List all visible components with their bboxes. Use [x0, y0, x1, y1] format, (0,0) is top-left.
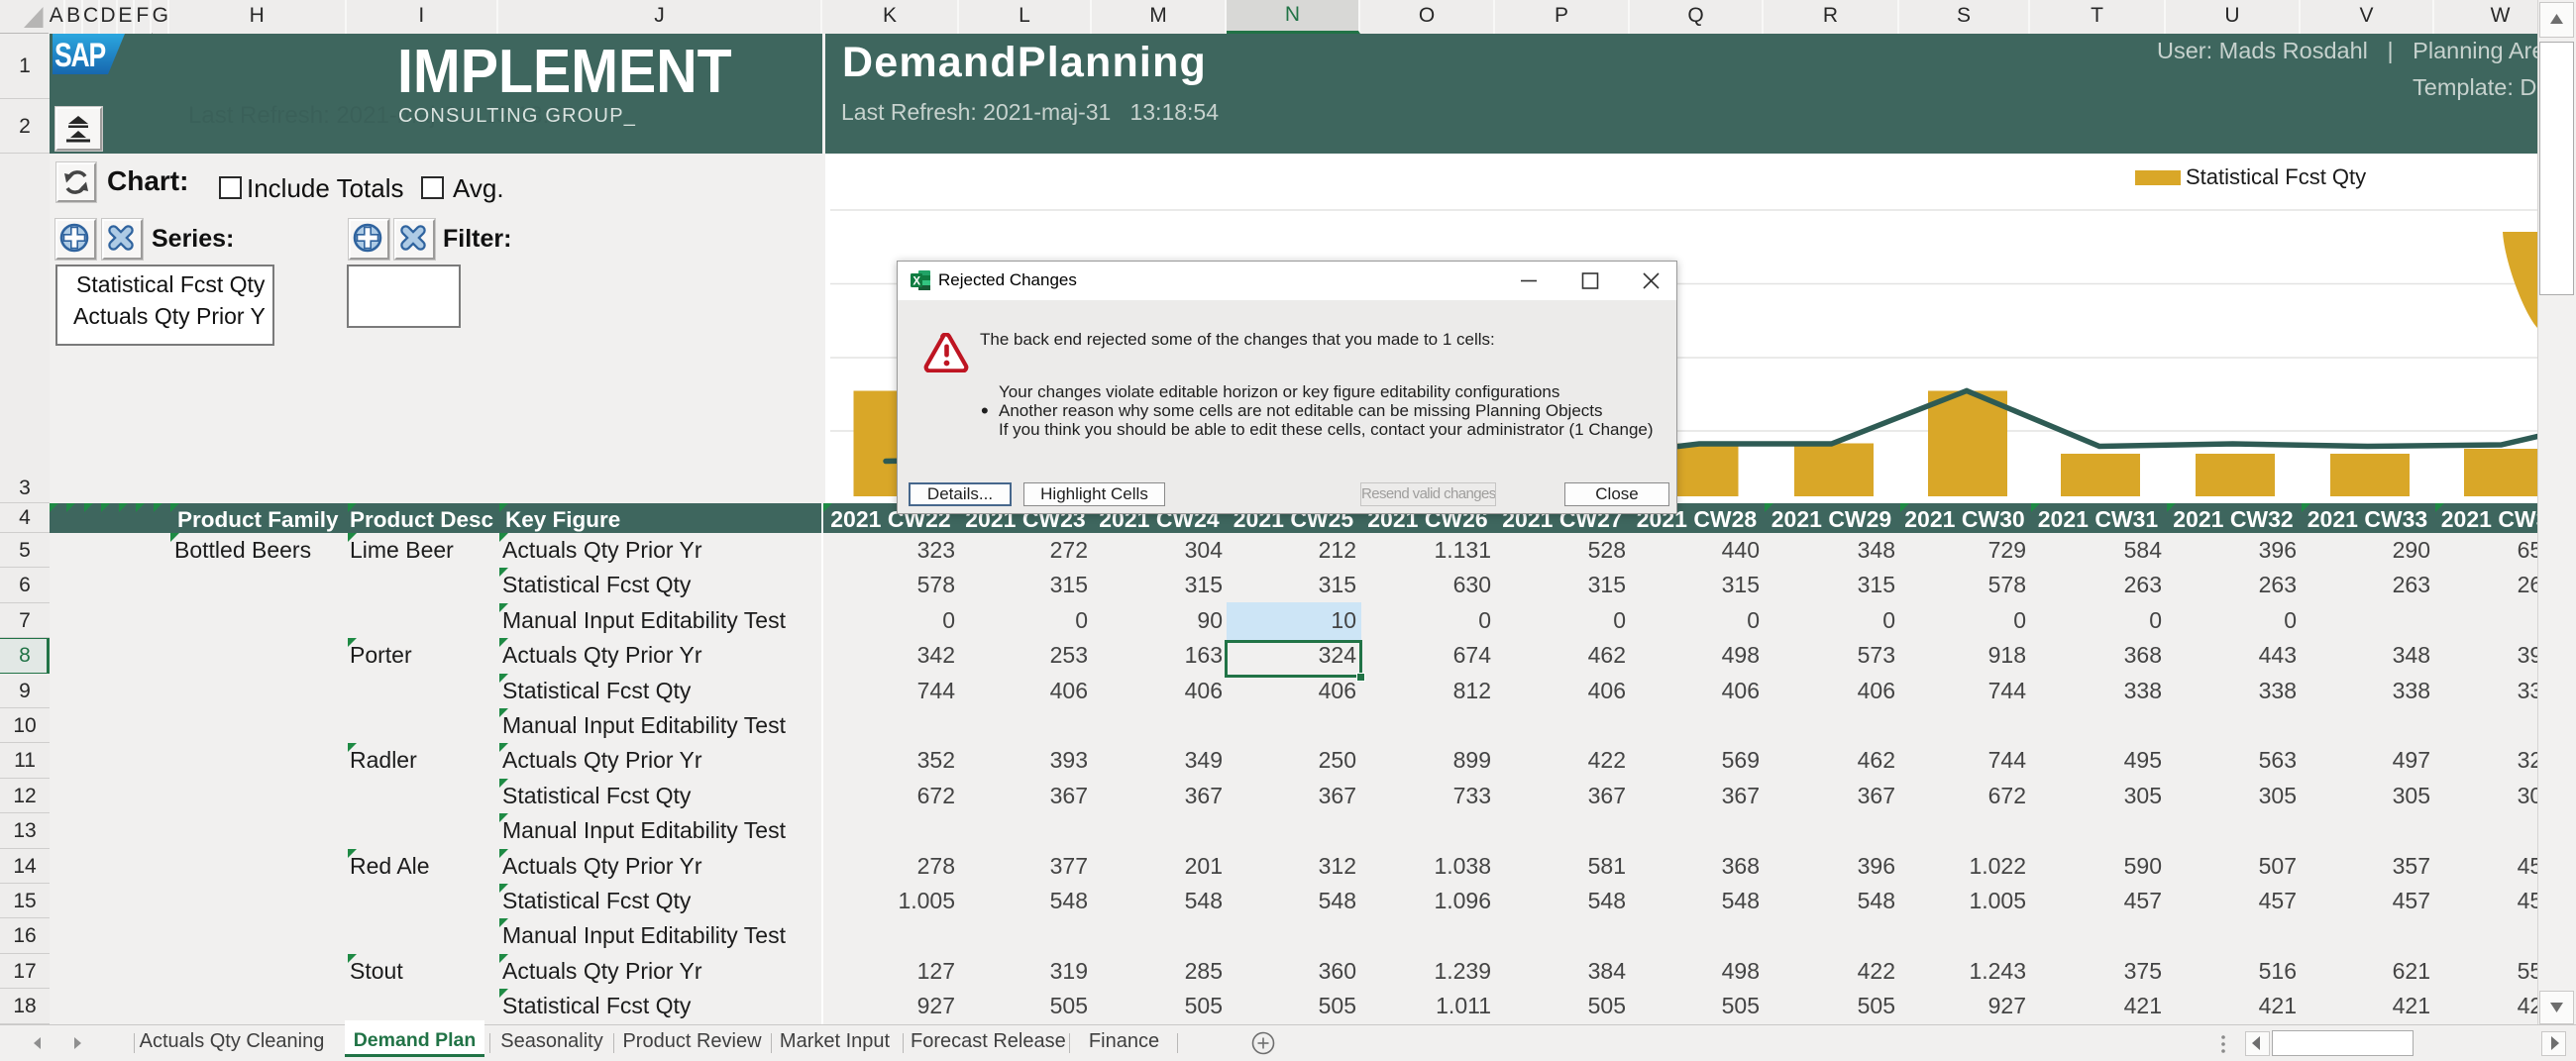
svg-text:SAP: SAP — [54, 37, 106, 74]
svg-text:X: X — [912, 275, 920, 287]
svg-text:Statistical Fcst Qty: Statistical Fcst Qty — [2186, 164, 2366, 189]
